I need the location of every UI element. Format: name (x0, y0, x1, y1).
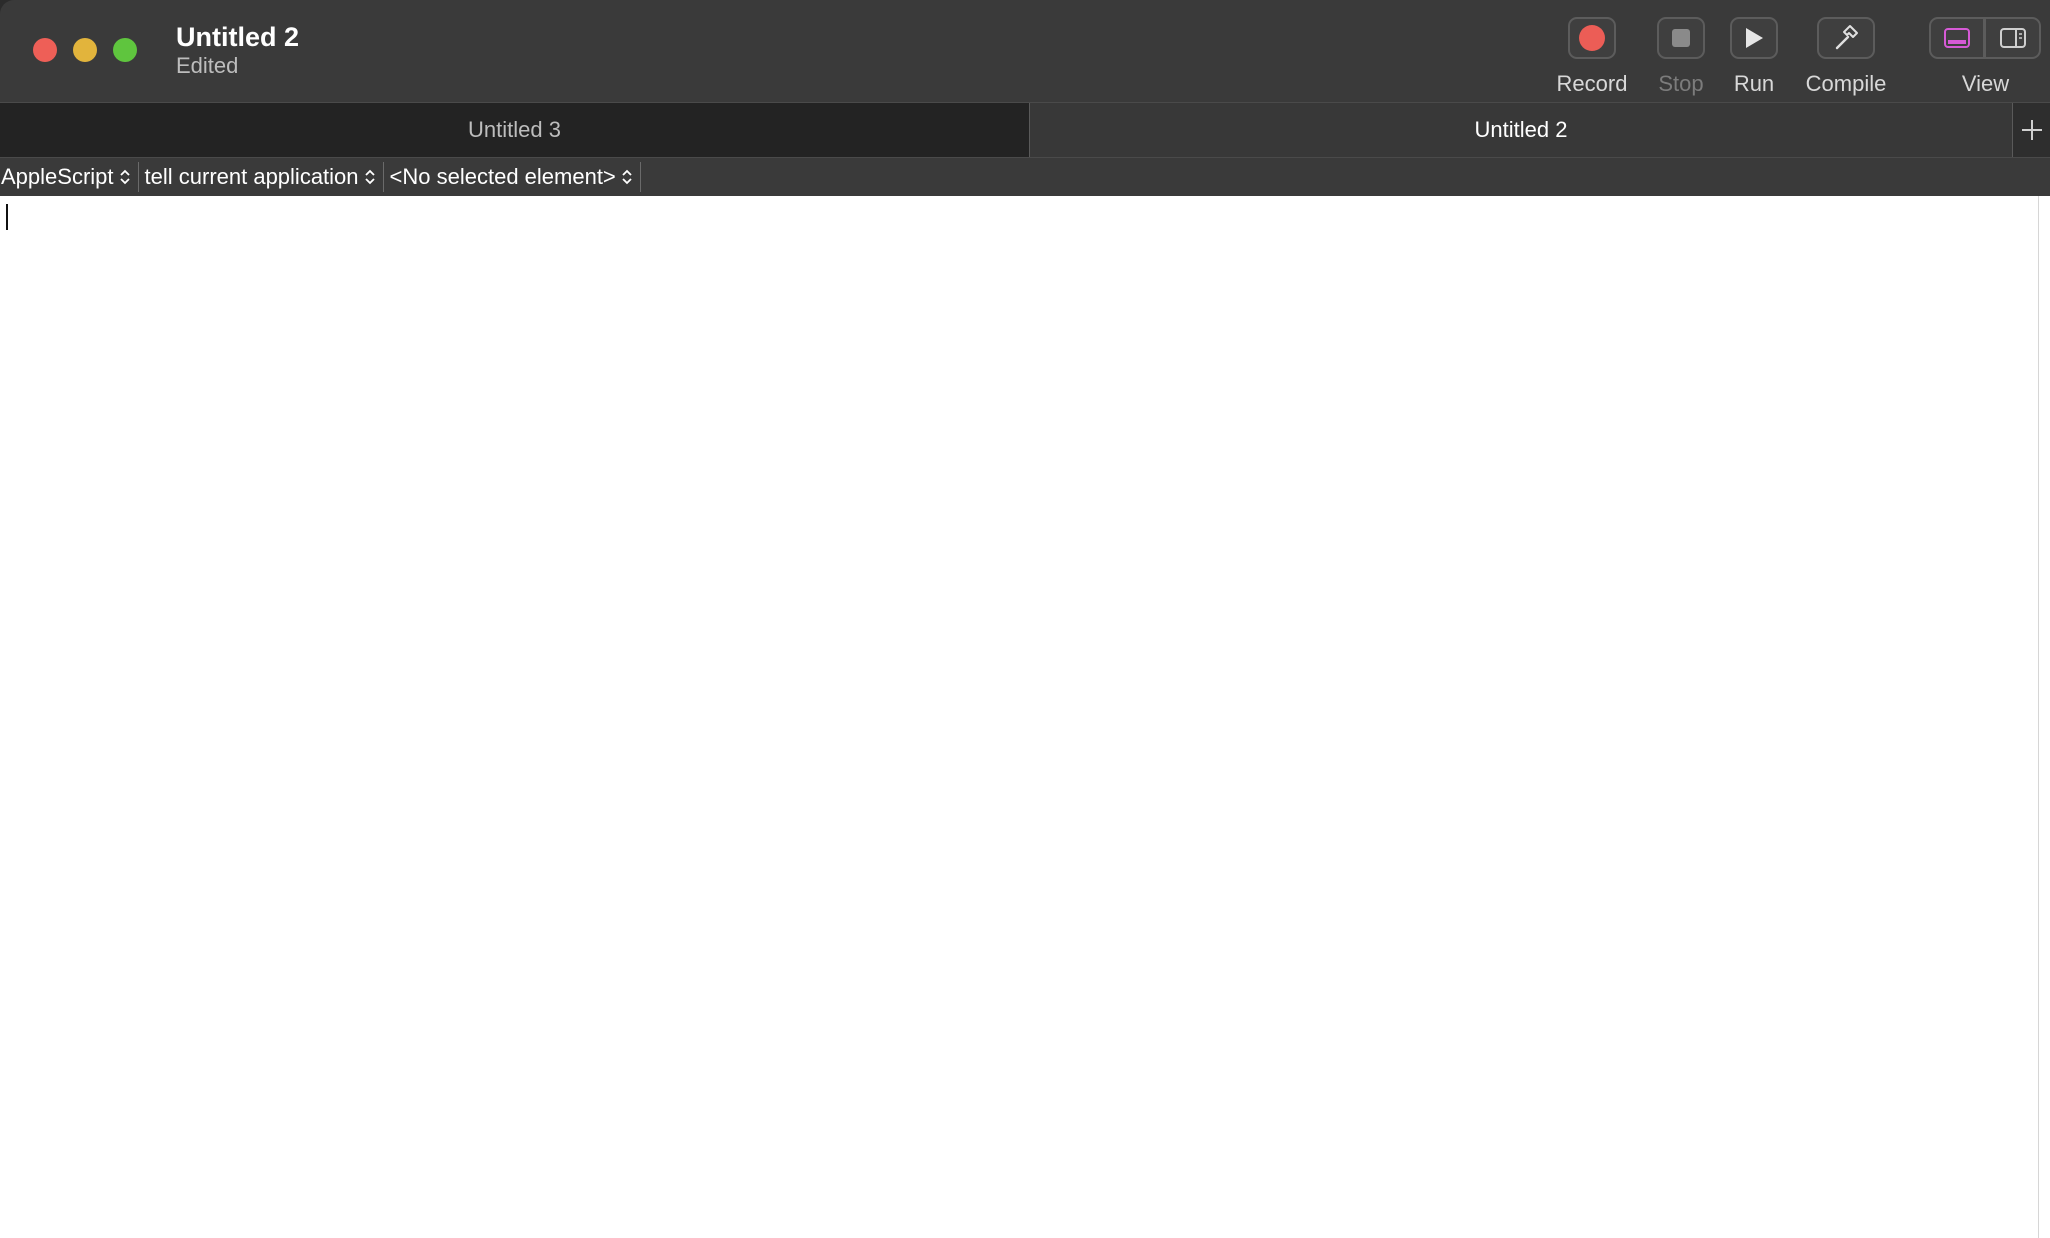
run-label: Run (1733, 71, 1775, 96)
close-window-button[interactable] (33, 38, 57, 62)
stop-button[interactable] (1657, 17, 1705, 59)
target-popup[interactable]: tell current application (139, 162, 384, 192)
chevron-up-down-icon (622, 169, 632, 185)
tab-untitled-3[interactable]: Untitled 3 (0, 103, 1029, 157)
title-bar: Untitled 2 Edited Record Stop Run Compil… (0, 0, 2050, 102)
tab-untitled-2[interactable]: Untitled 2 (1029, 103, 2013, 157)
play-icon (1746, 28, 1763, 48)
document-title[interactable]: Untitled 2 (176, 20, 299, 54)
view-bottom-pane-button[interactable] (1929, 17, 1985, 59)
record-button[interactable] (1568, 17, 1616, 59)
view-side-pane-button[interactable] (1985, 17, 2041, 59)
tab-bar: Untitled 3 Untitled 2 (0, 102, 2050, 158)
element-popup[interactable]: <No selected element> (384, 162, 641, 192)
view-label: View (1961, 71, 2010, 96)
run-button[interactable] (1730, 17, 1778, 59)
bottom-pane-icon (1944, 28, 1970, 48)
view-segmented-control (1929, 17, 2042, 59)
document-status: Edited (176, 53, 239, 78)
minimize-window-button[interactable] (73, 38, 97, 62)
compile-button[interactable] (1817, 17, 1875, 59)
target-popup-label: tell current application (144, 164, 359, 189)
chevron-up-down-icon (364, 169, 375, 185)
record-label: Record (1556, 71, 1628, 96)
zoom-window-button[interactable] (113, 38, 137, 62)
compile-tool[interactable]: Compile (1790, 17, 1902, 97)
text-caret (6, 204, 8, 230)
language-popup[interactable]: AppleScript (0, 162, 139, 192)
language-popup-label: AppleScript (1, 164, 114, 189)
record-tool[interactable]: Record (1544, 17, 1640, 97)
script-editor[interactable] (0, 196, 2038, 1238)
run-tool[interactable]: Run (1706, 17, 1802, 97)
plus-icon[interactable] (2013, 103, 2050, 157)
chevron-up-down-icon (119, 169, 130, 185)
stop-icon (1672, 29, 1690, 47)
hammer-icon (1835, 25, 1858, 50)
record-icon (1579, 25, 1605, 51)
vertical-scrollbar[interactable] (2038, 196, 2050, 1238)
element-popup-label: <No selected element> (389, 164, 616, 189)
script-editor-window: Untitled 2 Edited Record Stop Run Compil… (0, 0, 2050, 1238)
side-pane-icon (1999, 28, 2026, 48)
compile-label: Compile (1805, 71, 1887, 96)
view-tool: View (1929, 17, 2042, 97)
navigation-bar: AppleScript tell current application <No… (0, 158, 2050, 196)
